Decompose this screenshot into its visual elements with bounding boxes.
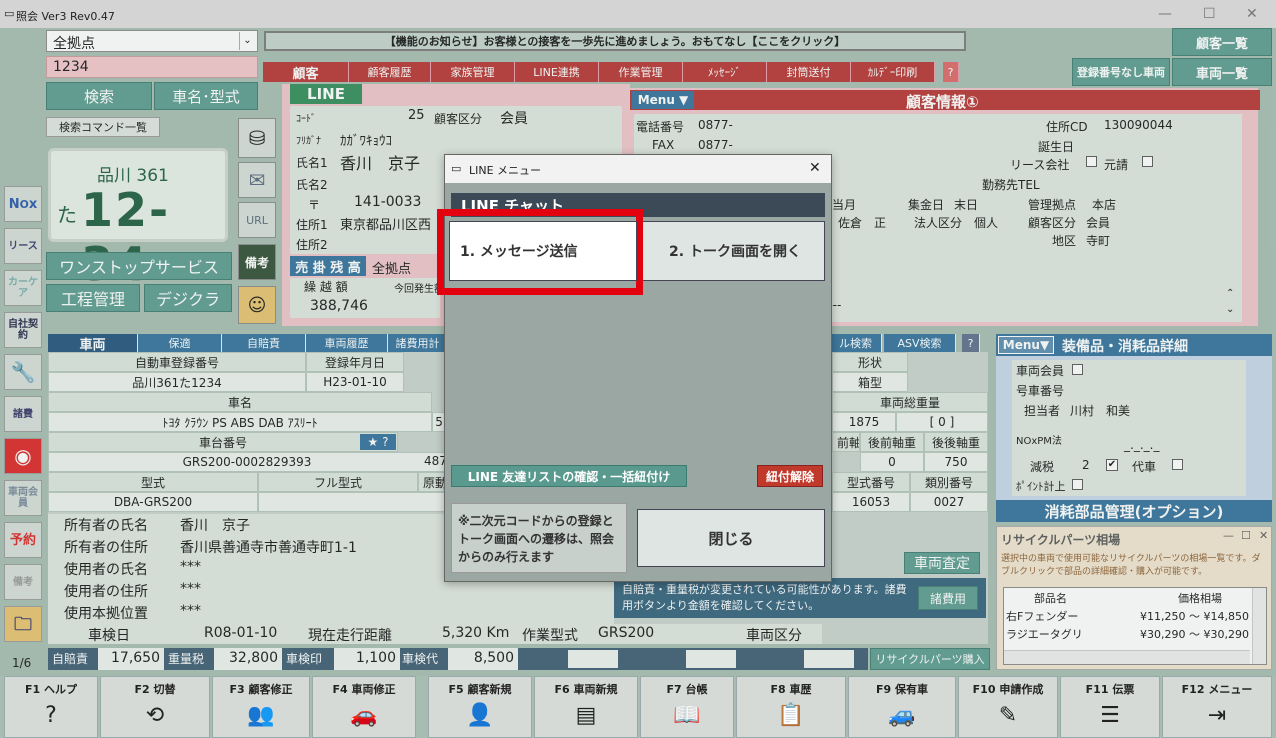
person-icon: 👤 — [466, 703, 494, 728]
open-talk-button[interactable]: 2. トーク画面を開く — [635, 221, 825, 281]
friend-list-button[interactable]: LINE 友達リストの確認・一括紐付け — [451, 465, 687, 487]
f4-vehicle-edit-button[interactable]: F4 車両修正 🚗 — [312, 676, 416, 738]
f1-label: F1 ヘルプ — [25, 683, 77, 696]
f3-label: F3 顧客修正 — [229, 683, 293, 696]
f9-label: F9 保有車 — [876, 683, 928, 696]
send-message-button[interactable]: 1. メッセージ送信 — [449, 221, 637, 281]
f5-label: F5 顧客新規 — [448, 683, 512, 696]
line-menu-dialog: ▭ LINE メニュー ✕ LINE チャット 2. トーク画面を開く 1. メ… — [437, 154, 832, 582]
f6-label: F6 車両新規 — [554, 683, 618, 696]
minimize-icon[interactable]: — — [1158, 6, 1172, 22]
f12-label: F12 メニュー — [1181, 683, 1253, 696]
f7-ledger-button[interactable]: F7 台帳 📖 — [640, 676, 734, 738]
dialog-title: LINE メニュー — [469, 164, 542, 177]
f1-help-button[interactable]: F1 ヘルプ? — [4, 676, 98, 738]
dialog-app-icon: ▭ — [451, 162, 462, 175]
f12-menu-button[interactable]: F12 メニュー ⇥ — [1162, 676, 1272, 738]
unlink-button[interactable]: 紐付解除 — [757, 465, 823, 487]
f10-label: F10 申請作成 — [972, 683, 1044, 696]
refresh-icon: ⟲ — [145, 703, 165, 728]
list-doc-icon: ☰ — [1100, 703, 1120, 728]
dialog-close-icon[interactable]: ✕ — [809, 160, 821, 176]
register-icon: ▤ — [575, 703, 597, 728]
title-bar: ▭ 照会 Ver3 Rev0.47 — ☐ ✕ — [0, 0, 1276, 28]
owned-car-icon: 🚙 — [888, 703, 916, 728]
dialog-note: ※二次元コードからの登録とトーク画面への遷移は、照会からのみ行えます — [451, 503, 627, 573]
f4-label: F4 車両修正 — [332, 683, 396, 696]
f10-application-button[interactable]: F10 申請作成 ✎ — [958, 676, 1058, 738]
car-icon: 🚗 — [350, 703, 378, 728]
f2-label: F2 切替 — [134, 683, 176, 696]
f7-label: F7 台帳 — [666, 683, 708, 696]
f6-vehicle-new-button[interactable]: F6 車両新規 ▤ — [534, 676, 638, 738]
help-icon: ? — [45, 703, 57, 728]
window-title: 照会 Ver3 Rev0.47 — [16, 10, 115, 23]
f2-switch-button[interactable]: F2 切替 ⟲ — [100, 676, 210, 738]
maximize-icon[interactable]: ☐ — [1203, 6, 1216, 22]
f11-label: F11 伝票 — [1085, 683, 1135, 696]
clipboard-icon: 📋 — [777, 703, 805, 728]
dialog-titlebar: ▭ LINE メニュー ✕ — [445, 155, 831, 183]
f9-owned-car-button[interactable]: F9 保有車 🚙 — [848, 676, 956, 738]
close-icon[interactable]: ✕ — [1246, 6, 1258, 22]
exit-icon: ⇥ — [1207, 703, 1227, 728]
f8-history-button[interactable]: F8 車歴 📋 — [736, 676, 846, 738]
book-icon: 📖 — [673, 703, 701, 728]
f8-label: F8 車歴 — [770, 683, 812, 696]
close-button[interactable]: 閉じる — [637, 509, 825, 567]
edit-doc-icon: ✎ — [998, 703, 1018, 728]
f11-slip-button[interactable]: F11 伝票 ☰ — [1060, 676, 1160, 738]
f3-customer-edit-button[interactable]: F3 顧客修正 👥 — [212, 676, 310, 738]
customers-icon: 👥 — [247, 703, 275, 728]
f5-customer-new-button[interactable]: F5 顧客新規 👤 — [428, 676, 532, 738]
app-icon: ▭ — [4, 7, 15, 20]
